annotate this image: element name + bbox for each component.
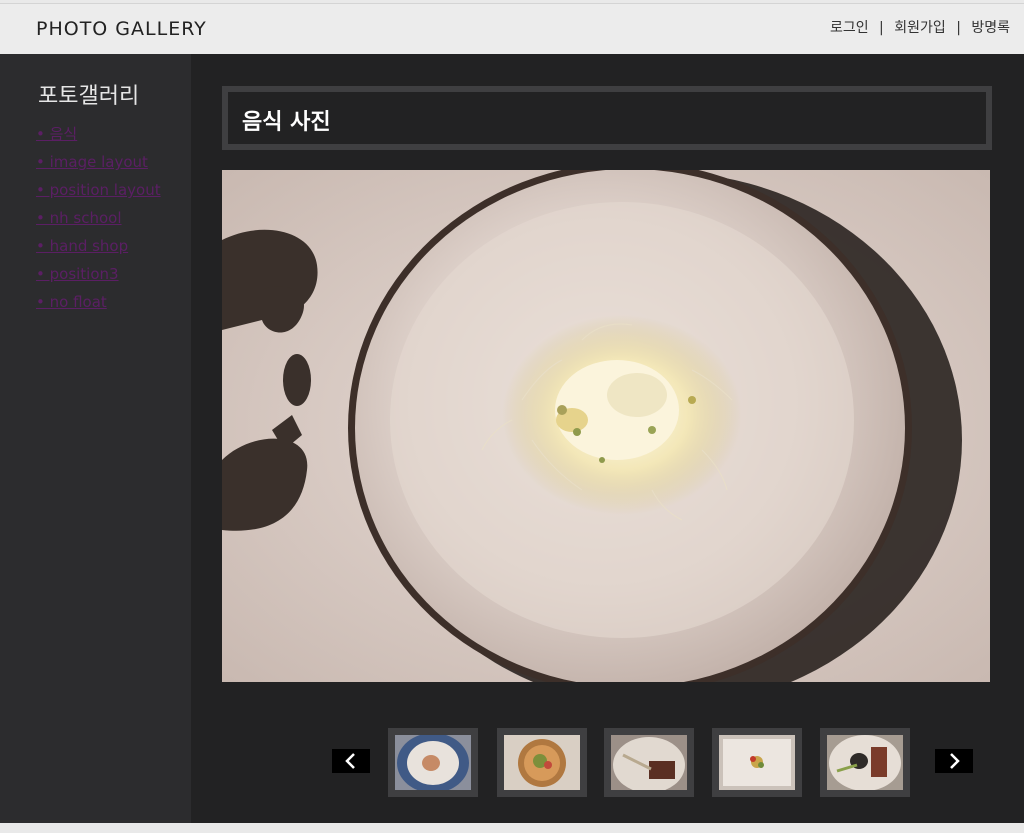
thumbnail-4[interactable]: [712, 728, 802, 797]
page-title-box: 음식 사진: [222, 86, 992, 150]
sidebar-menu: • 음식 • image layout • position layout • …: [36, 124, 161, 320]
top-nav: 로그인 | 회원가입 | 방명록: [830, 17, 1010, 37]
main-content: 음식 사진: [191, 54, 1024, 823]
menu-item: • position layout: [36, 180, 161, 208]
food-plate-photo: [222, 170, 990, 682]
menu-link-hand-shop[interactable]: • hand shop: [36, 237, 128, 255]
menu-link-position-layout[interactable]: • position layout: [36, 181, 161, 199]
menu-item: • position3: [36, 264, 161, 292]
menu-item: • no float: [36, 292, 161, 320]
prev-button[interactable]: [332, 749, 370, 773]
chevron-left-icon: [345, 753, 355, 769]
footer-bar: [0, 823, 1024, 833]
thumbnail-3[interactable]: [604, 728, 694, 797]
guestbook-link[interactable]: 방명록: [971, 20, 1010, 36]
site-title[interactable]: PHOTO GALLERY: [36, 18, 207, 40]
thumbnail-5[interactable]: [820, 728, 910, 797]
sidebar-title: 포토갤러리: [38, 84, 140, 109]
thumbnail-dish-meat: [611, 735, 687, 790]
menu-item: • hand shop: [36, 236, 161, 264]
menu-link-food[interactable]: • 음식: [36, 125, 77, 143]
chevron-right-icon: [950, 753, 960, 769]
menu-item: • 음식: [36, 124, 161, 152]
thumbnail-dish-blue-plate: [395, 735, 471, 790]
thumbnail-dish-bone: [827, 735, 903, 790]
menu-link-image-layout[interactable]: • image layout: [36, 153, 148, 171]
thumbnail-1[interactable]: [388, 728, 478, 797]
thumbnail-dish-tart: [504, 735, 580, 790]
signup-link[interactable]: 회원가입: [894, 20, 946, 36]
next-button[interactable]: [935, 749, 973, 773]
login-link[interactable]: 로그인: [830, 20, 869, 36]
page-title: 음식 사진: [242, 110, 331, 135]
menu-link-nh-school[interactable]: • nh school: [36, 209, 122, 227]
sidebar: 포토갤러리 • 음식 • image layout • position lay…: [0, 54, 191, 823]
nav-separator: |: [879, 20, 884, 36]
menu-link-position3[interactable]: • position3: [36, 265, 119, 283]
menu-item: • image layout: [36, 152, 161, 180]
site-header: PHOTO GALLERY 로그인 | 회원가입 | 방명록: [0, 3, 1024, 54]
nav-separator: |: [956, 20, 961, 36]
thumbnail-2[interactable]: [497, 728, 587, 797]
menu-item: • nh school: [36, 208, 161, 236]
thumbnail-dish-garnish: [719, 735, 795, 790]
menu-link-no-float[interactable]: • no float: [36, 293, 107, 311]
